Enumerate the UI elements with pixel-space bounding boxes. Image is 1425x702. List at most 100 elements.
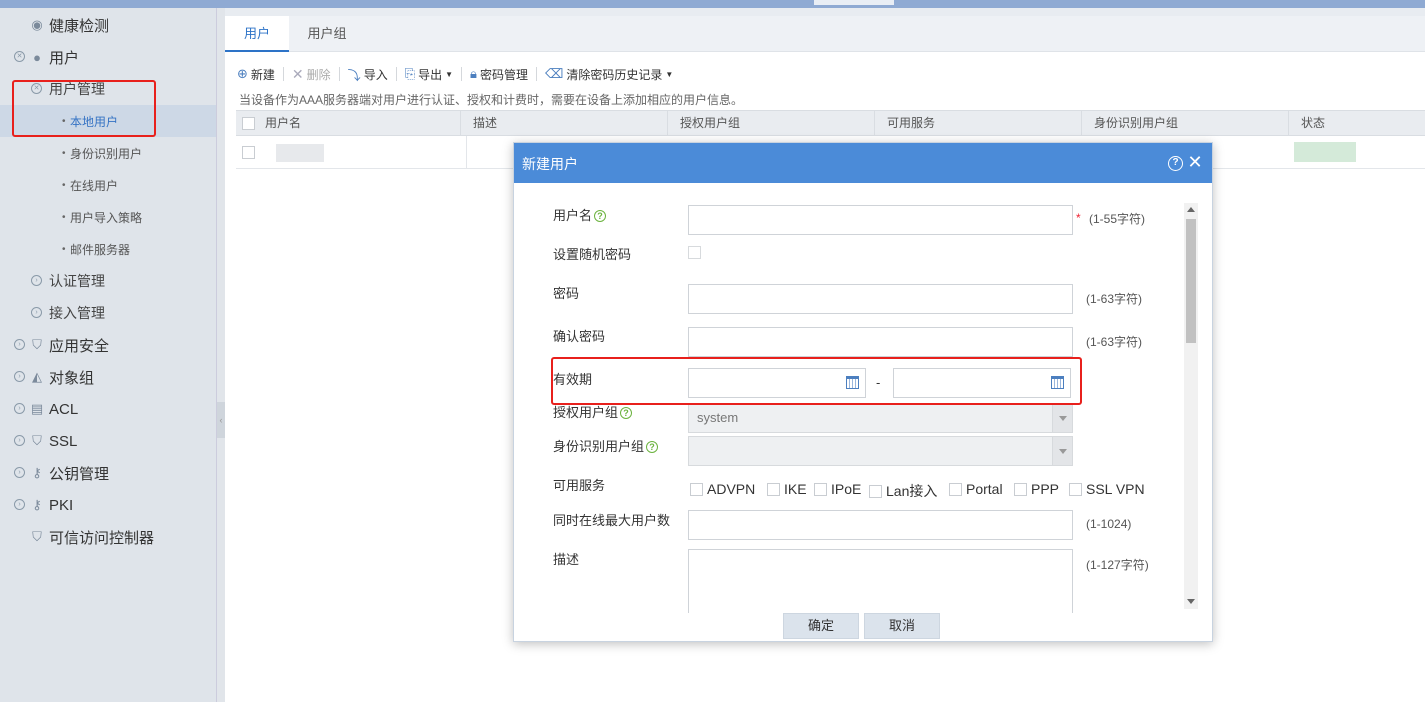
sidebar-resize-handle[interactable]: ‹ bbox=[216, 8, 225, 702]
identity-group-label: 身份识别用户组? bbox=[553, 436, 659, 455]
column-header[interactable]: 描述 bbox=[460, 111, 497, 135]
expand-icon[interactable]: › bbox=[14, 403, 25, 414]
expand-icon[interactable]: › bbox=[14, 371, 25, 382]
password-label: 密码 bbox=[553, 286, 580, 301]
service-advpn-checkbox[interactable]: ADVPN bbox=[690, 481, 755, 497]
ok-button[interactable]: 确定 bbox=[783, 613, 859, 639]
chevron-down-icon[interactable] bbox=[1052, 437, 1072, 465]
collapse-icon[interactable]: ✕ bbox=[31, 83, 42, 94]
cancel-button[interactable]: 取消 bbox=[864, 613, 940, 639]
shield-icon: ⛉ bbox=[32, 433, 42, 448]
toolbar-divider bbox=[282, 67, 284, 81]
sidebar-item-ssl[interactable]: › ⛉ SSL bbox=[0, 425, 216, 457]
calendar-icon[interactable] bbox=[846, 376, 859, 389]
expand-icon[interactable]: › bbox=[31, 275, 42, 286]
help-icon[interactable]: ? bbox=[646, 441, 659, 453]
sidebar-item-app-security[interactable]: › ⛉ 应用安全 bbox=[0, 329, 216, 361]
tab-bar: 用户 用户组 bbox=[225, 16, 1425, 52]
expand-icon[interactable]: › bbox=[14, 467, 25, 478]
objects-icon: ◭ bbox=[32, 369, 42, 384]
tab-user-group[interactable]: 用户组 bbox=[289, 16, 365, 52]
confirm-password-input[interactable] bbox=[688, 327, 1073, 357]
toolbar: ⊕ 新建 ✕ 删除 ⤵ 导入 ⎘ 导出 ▼ 🔒︎ 密码管理 ⌫ 清除密码历史记录 ▼ bbox=[237, 64, 681, 84]
column-header[interactable]: 状态 bbox=[1288, 111, 1325, 135]
service-sslvpn-checkbox[interactable]: SSL VPN bbox=[1069, 481, 1145, 497]
column-header[interactable]: 授权用户组 bbox=[667, 111, 740, 135]
collapse-icon[interactable]: ✕ bbox=[14, 51, 25, 62]
import-button[interactable]: ⤵ 导入 bbox=[348, 65, 388, 84]
row-checkbox[interactable] bbox=[242, 146, 255, 159]
scroll-up-icon[interactable] bbox=[1187, 207, 1195, 212]
validity-end-input[interactable] bbox=[893, 368, 1071, 398]
validity-start-input[interactable] bbox=[688, 368, 866, 398]
expand-icon[interactable]: › bbox=[14, 435, 25, 446]
calendar-icon[interactable] bbox=[1051, 376, 1064, 389]
sidebar-item-identity-user[interactable]: • 身份识别用户 bbox=[0, 137, 216, 169]
user-icon: ● bbox=[33, 49, 41, 65]
chevron-down-icon[interactable] bbox=[1052, 404, 1072, 432]
sidebar-item-trusted-access[interactable]: ⛉ 可信访问控制器 bbox=[0, 521, 216, 553]
sidebar-item-public-key[interactable]: › ⚷ 公钥管理 bbox=[0, 457, 216, 489]
help-icon[interactable]: ? bbox=[1168, 156, 1183, 171]
random-password-label: 设置随机密码 bbox=[553, 247, 632, 262]
confirm-password-hint: (1-63字符) bbox=[1086, 335, 1143, 349]
scrollbar-thumb[interactable] bbox=[1186, 219, 1196, 343]
collapse-sidebar-icon[interactable]: ‹ bbox=[217, 402, 225, 438]
max-online-input[interactable] bbox=[688, 510, 1073, 540]
expand-icon[interactable]: › bbox=[14, 499, 25, 510]
bullet-icon: • bbox=[62, 211, 66, 223]
sidebar-item-acl[interactable]: › ▤ ACL bbox=[0, 393, 216, 425]
sidebar-item-user[interactable]: ✕ ● 用户 bbox=[0, 41, 216, 73]
expand-icon[interactable]: › bbox=[31, 307, 42, 318]
service-lan-checkbox[interactable]: Lan接入 bbox=[869, 481, 937, 501]
export-button[interactable]: ⎘ 导出 ▼ bbox=[405, 66, 453, 83]
sidebar-item-health-check[interactable]: ◉ 健康检测 bbox=[0, 9, 216, 41]
random-password-checkbox[interactable] bbox=[688, 246, 701, 259]
sidebar-item-user-management[interactable]: ✕ 用户管理 bbox=[0, 73, 216, 105]
toolbar-divider bbox=[338, 67, 340, 81]
expand-icon[interactable]: › bbox=[14, 339, 25, 350]
service-ipoe-checkbox[interactable]: IPoE bbox=[814, 481, 861, 497]
sidebar-item-auth-management[interactable]: › 认证管理 bbox=[0, 265, 216, 297]
help-icon[interactable]: ? bbox=[594, 210, 607, 222]
sidebar: ◉ 健康检测 ✕ ● 用户 ✕ 用户管理 • 本地用户 • 身份识别用户 • 在… bbox=[0, 8, 216, 702]
new-button[interactable]: ⊕ 新建 bbox=[237, 66, 275, 83]
key-icon: ⚷ bbox=[32, 497, 42, 512]
password-input[interactable] bbox=[688, 284, 1073, 314]
help-icon[interactable]: ? bbox=[620, 407, 633, 419]
service-ike-checkbox[interactable]: IKE bbox=[767, 481, 807, 497]
identity-group-select[interactable] bbox=[688, 436, 1073, 466]
plus-icon: ⊕ bbox=[237, 66, 248, 81]
username-input[interactable] bbox=[688, 205, 1073, 235]
sidebar-item-label: 应用安全 bbox=[49, 337, 110, 355]
bullet-icon: • bbox=[62, 243, 66, 255]
sidebar-item-online-user[interactable]: • 在线用户 bbox=[0, 169, 216, 201]
bullet-icon: • bbox=[62, 115, 66, 127]
clear-password-history-button[interactable]: ⌫ 清除密码历史记录 ▼ bbox=[545, 66, 673, 83]
sidebar-item-access-management[interactable]: › 接入管理 bbox=[0, 297, 216, 329]
description-textarea[interactable] bbox=[688, 549, 1073, 613]
password-management-button[interactable]: 🔒︎ 密码管理 bbox=[470, 66, 528, 83]
sidebar-item-label: 本地用户 bbox=[70, 114, 119, 129]
sidebar-item-import-policy[interactable]: • 用户导入策略 bbox=[0, 201, 216, 233]
sidebar-item-label: 公钥管理 bbox=[49, 465, 110, 483]
delete-button[interactable]: ✕ 删除 bbox=[292, 66, 331, 83]
service-portal-checkbox[interactable]: Portal bbox=[949, 481, 1003, 497]
sidebar-item-pki[interactable]: › ⚷ PKI bbox=[0, 489, 216, 521]
sidebar-item-mail-server[interactable]: • 邮件服务器 bbox=[0, 233, 216, 265]
sidebar-item-label: 认证管理 bbox=[49, 273, 105, 289]
sidebar-item-object-group[interactable]: › ◭ 对象组 bbox=[0, 361, 216, 393]
scroll-down-icon[interactable] bbox=[1187, 599, 1195, 604]
close-icon[interactable]: ✕ bbox=[1186, 152, 1204, 172]
tab-user[interactable]: 用户 bbox=[225, 16, 289, 52]
column-header[interactable]: 可用服务 bbox=[874, 111, 935, 135]
auth-group-select[interactable]: system bbox=[688, 403, 1073, 433]
dialog-scrollbar[interactable] bbox=[1184, 203, 1198, 609]
column-header[interactable]: 身份识别用户组 bbox=[1081, 111, 1178, 135]
shield-icon: ⛉ bbox=[32, 337, 42, 352]
sidebar-item-local-user[interactable]: • 本地用户 bbox=[0, 105, 216, 137]
shield-icon: ⛉ bbox=[32, 529, 42, 544]
column-header[interactable]: 用户名 bbox=[253, 111, 301, 135]
service-ppp-checkbox[interactable]: PPP bbox=[1014, 481, 1059, 497]
sidebar-item-label: 身份识别用户 bbox=[70, 146, 143, 161]
